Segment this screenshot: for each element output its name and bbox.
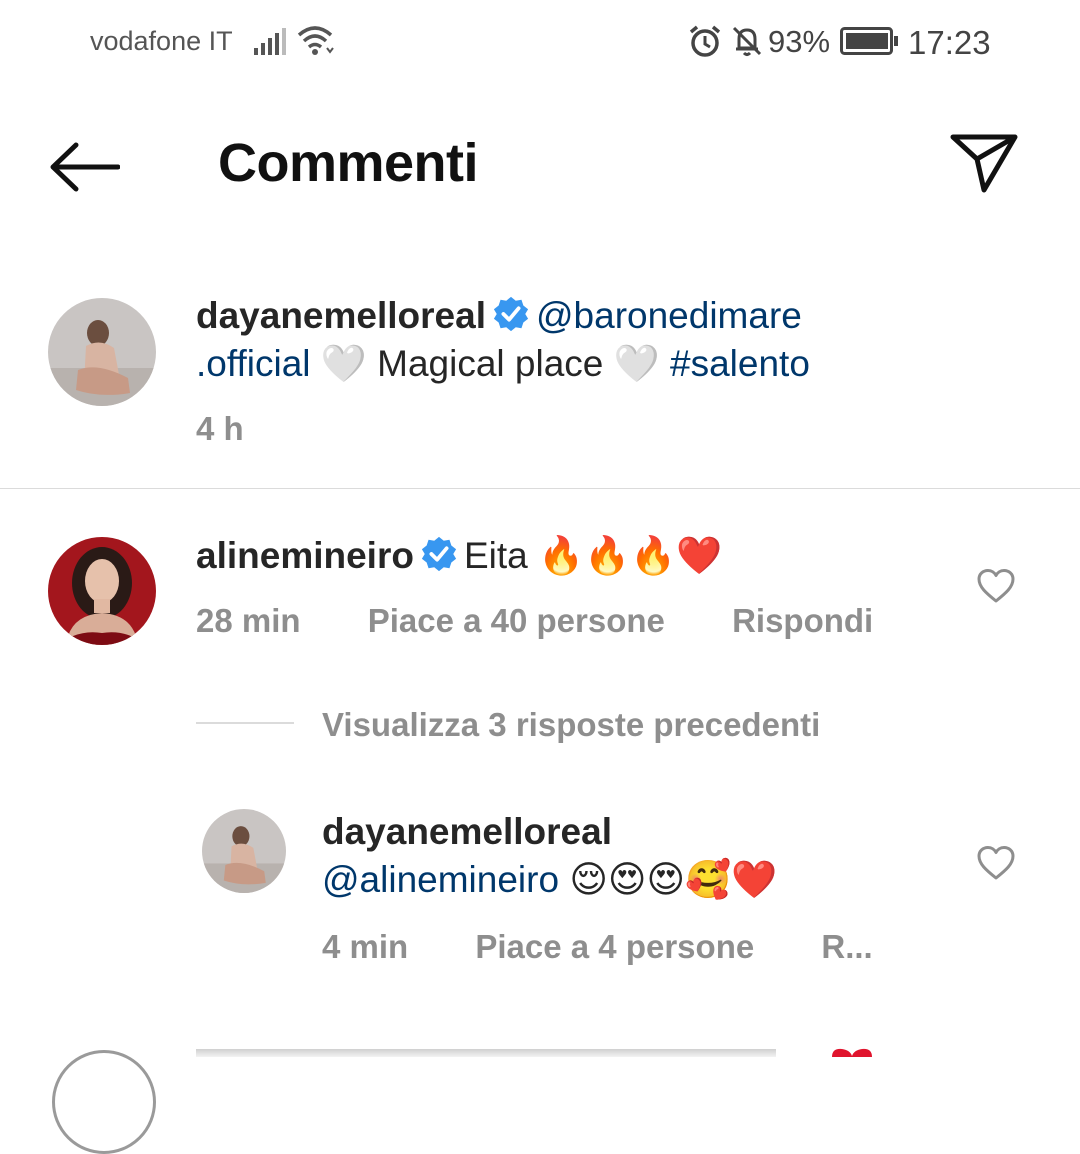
clock: 17:23 xyxy=(908,24,991,61)
divider xyxy=(0,488,1080,489)
heart-emoji-peek xyxy=(832,1048,872,1057)
reply-meta: 4 min Piace a 4 persone R... xyxy=(322,928,873,966)
mention-link[interactable]: @baronedimare xyxy=(536,295,802,336)
battery-icon xyxy=(840,27,898,55)
comment-body: Eita xyxy=(463,535,528,576)
reply-timestamp: 4 min xyxy=(322,928,409,965)
reply-reply-button[interactable]: R... xyxy=(821,928,872,965)
white-heart-emoji: 🤍 xyxy=(320,342,367,385)
like-heart-icon[interactable] xyxy=(976,845,1016,881)
signal-icon xyxy=(254,28,286,55)
carrier-label: vodafone IT xyxy=(90,26,233,56)
mention-link-continued[interactable]: .official xyxy=(196,343,311,384)
battery-percent: 93% xyxy=(768,24,831,59)
avatar[interactable] xyxy=(48,298,156,406)
replies-line xyxy=(196,722,294,724)
hashtag-link[interactable]: #salento xyxy=(670,343,810,384)
page-title: Commenti xyxy=(218,133,479,193)
caption-body: Magical place xyxy=(377,343,604,384)
comment-likes-link[interactable]: Piace a 40 persone xyxy=(368,602,665,639)
paper-plane-icon[interactable] xyxy=(948,132,1020,194)
mention-link[interactable]: @alinemineiro xyxy=(322,859,559,900)
like-heart-icon[interactable] xyxy=(976,568,1016,604)
comment-username[interactable]: alinemineiro xyxy=(196,535,414,576)
view-previous-replies-button[interactable]: Visualizza 3 risposte precedenti xyxy=(322,706,820,744)
next-comment-avatar-peek xyxy=(52,1050,156,1154)
status-bar: vodafone IT 93% 17:23 xyxy=(0,0,1080,90)
white-heart-emoji: 🤍 xyxy=(613,342,660,385)
wifi-icon xyxy=(297,26,334,55)
verified-badge-icon xyxy=(421,536,457,572)
comment-meta: 28 min Piace a 40 persone Rispondi xyxy=(196,602,873,640)
caption-text: dayanemelloreal @baronedimare .official 🤍… xyxy=(196,292,956,388)
comment-text: alinemineiro Eita 🔥🔥🔥❤️ xyxy=(196,532,722,580)
reply-text: dayanemelloreal @alinemineiro 😌😍😍🥰❤️ xyxy=(322,808,777,904)
mute-icon xyxy=(732,26,762,56)
reply-emojis: 😌😍😍🥰❤️ xyxy=(569,858,778,901)
comment-reply-button[interactable]: Rispondi xyxy=(732,602,873,639)
verified-badge-icon xyxy=(493,296,529,332)
alarm-icon xyxy=(689,25,721,57)
back-arrow-icon[interactable] xyxy=(48,140,120,194)
next-comment-peek xyxy=(196,1049,776,1057)
caption-username[interactable]: dayanemelloreal xyxy=(196,295,486,336)
avatar[interactable] xyxy=(202,809,286,893)
reply-likes-link[interactable]: Piace a 4 persone xyxy=(475,928,754,965)
caption-timestamp: 4 h xyxy=(196,410,244,447)
fire-heart-emojis: 🔥🔥🔥❤️ xyxy=(538,534,723,577)
avatar[interactable] xyxy=(48,537,156,645)
comment-timestamp: 28 min xyxy=(196,602,301,639)
reply-username[interactable]: dayanemelloreal xyxy=(322,811,612,852)
